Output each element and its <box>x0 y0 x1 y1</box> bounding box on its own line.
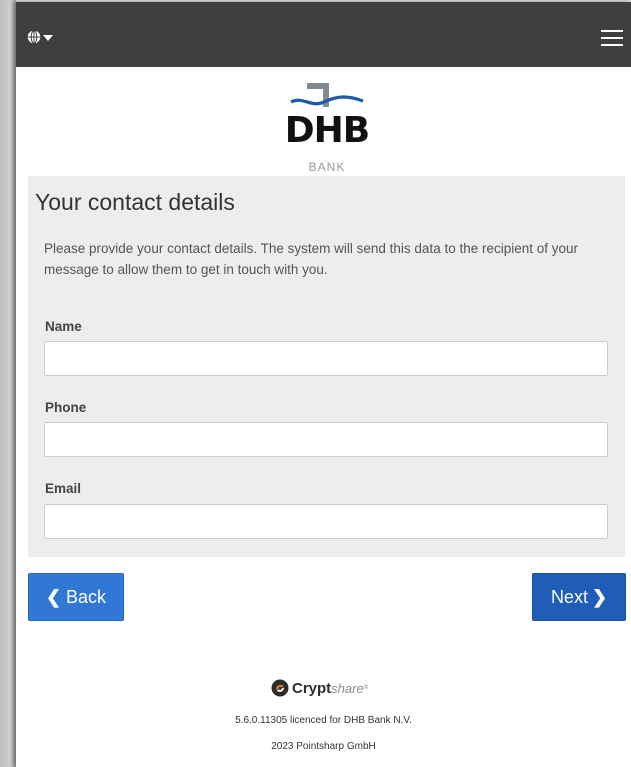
cryptshare-brand-light: share <box>331 680 364 696</box>
cryptshare-brand-bold: Crypt <box>292 679 332 697</box>
next-button[interactable]: Next ❯ <box>532 573 626 621</box>
name-input[interactable] <box>44 341 608 376</box>
page-title: Your contact details <box>35 189 235 215</box>
back-button[interactable]: ❮ Back <box>28 573 124 621</box>
email-label: Email <box>45 481 82 496</box>
cryptshare-logo-icon <box>271 679 289 697</box>
phone-label: Phone <box>45 400 87 415</box>
cryptshare-brand-mark: ® <box>363 685 369 691</box>
form-description: Please provide your contact details. The… <box>44 241 579 277</box>
chevron-right-icon: ❯ <box>591 586 608 607</box>
phone-input[interactable] <box>44 422 608 457</box>
back-button-label: Back <box>66 586 107 607</box>
copyright-text: 2023 Pointsharp GmbH <box>271 741 376 752</box>
contact-details-panel: Your contact details Please provide your… <box>28 176 625 557</box>
chevron-left-icon: ❮ <box>45 586 62 607</box>
version-text: 5.6.0.11305 licenced for DHB Bank N.V. <box>235 715 412 726</box>
cryptshare-logo: Crypt share ® <box>271 678 368 698</box>
name-label: Name <box>45 319 82 334</box>
next-button-label: Next <box>550 586 588 607</box>
logo-wordmark: DHB <box>284 110 370 151</box>
bank-logo: DHB BANK <box>277 81 377 179</box>
email-input[interactable] <box>44 504 608 539</box>
logo-subtitle: BANK <box>308 160 346 174</box>
top-navigation-bar <box>16 2 631 67</box>
globe-icon[interactable] <box>27 30 41 44</box>
window-edge-shadow <box>0 0 16 767</box>
hamburger-menu-icon[interactable] <box>601 30 623 46</box>
caret-down-icon[interactable] <box>43 35 53 41</box>
browser-window: DHB BANK Your contact details Please pro… <box>16 2 631 767</box>
